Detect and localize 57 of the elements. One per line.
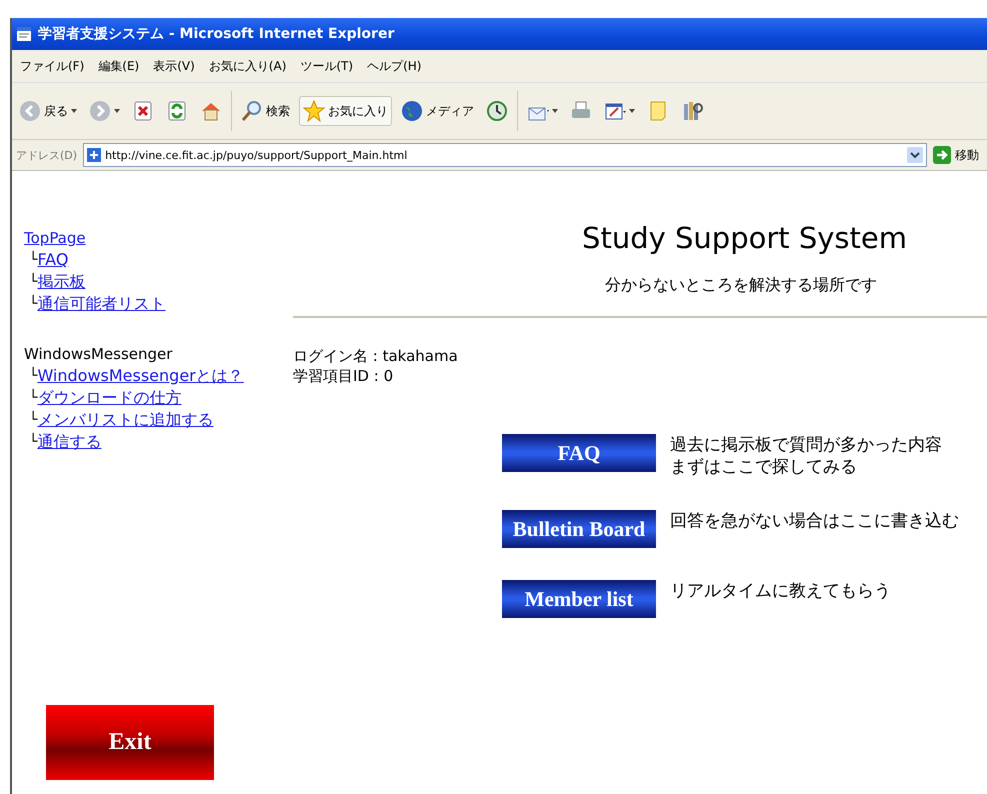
description-text: まずはここで探してみる bbox=[670, 456, 857, 478]
tree-branch-mark: └ bbox=[29, 272, 38, 292]
address-label: アドレス(D) bbox=[16, 148, 78, 162]
nav-link[interactable]: 掲示板 bbox=[37, 271, 86, 293]
dropdown-arrow-icon bbox=[71, 109, 77, 113]
nav-link[interactable]: メンバリストに追加する bbox=[37, 409, 214, 431]
dropdown-arrow-icon bbox=[552, 109, 558, 113]
section-title: WindowsMessenger bbox=[24, 344, 172, 365]
tree-branch-mark: └ bbox=[29, 432, 38, 452]
nav-link[interactable]: ダウンロードの仕方 bbox=[37, 387, 182, 409]
menu-item[interactable]: ヘルプ(H) bbox=[367, 58, 422, 74]
dropdown-arrow-icon bbox=[114, 109, 120, 113]
dropdown-icon[interactable] bbox=[907, 147, 923, 163]
description-text: リアルタイムに教えてもらう bbox=[670, 580, 891, 602]
description-text: 回答を急がない場合はここに書き込む bbox=[670, 510, 959, 532]
search-button[interactable]: 検索 bbox=[238, 97, 293, 125]
info-text: 学習項目ID : 0 bbox=[293, 366, 394, 386]
refresh-icon bbox=[166, 100, 188, 122]
menu-item[interactable]: 編集(E) bbox=[98, 58, 140, 74]
forward-icon bbox=[89, 100, 111, 122]
menu-item[interactable]: お気に入り(A) bbox=[208, 58, 286, 74]
nav-link[interactable]: 通信可能者リスト bbox=[37, 293, 166, 315]
menu-item[interactable]: ファイル(F) bbox=[20, 58, 84, 74]
tree-branch-mark: └ bbox=[29, 388, 38, 408]
page-title: Study Support System bbox=[582, 221, 907, 255]
tree-branch-mark: └ bbox=[29, 294, 38, 314]
back-button[interactable]: 戻る bbox=[16, 97, 80, 125]
menu-item[interactable]: ツール(T) bbox=[300, 58, 354, 74]
nav-link[interactable]: FAQ bbox=[37, 249, 68, 271]
clock-icon bbox=[486, 100, 508, 122]
address-field[interactable]: http://vine.ce.fit.ac.jp/puyo/support/Support_Main.html bbox=[83, 143, 927, 167]
home-icon bbox=[200, 100, 222, 122]
go-button[interactable]: 移動 bbox=[933, 146, 987, 164]
stop-icon bbox=[132, 100, 154, 122]
page-subtitle: 分からないところを解決する場所です bbox=[605, 275, 877, 296]
info-text: ログイン名 : takahama bbox=[293, 346, 459, 366]
magnifier-icon bbox=[241, 100, 263, 122]
tree-branch-mark: └ bbox=[29, 366, 38, 386]
favorites-button[interactable]: お気に入り bbox=[299, 96, 392, 126]
nav-link[interactable]: TopPage bbox=[24, 227, 86, 249]
menu-item[interactable]: 表示(V) bbox=[153, 58, 195, 74]
star-icon bbox=[303, 100, 325, 122]
dropdown-arrow-icon bbox=[629, 109, 635, 113]
media-button[interactable]: メディア bbox=[398, 97, 477, 125]
back-icon bbox=[19, 100, 41, 122]
tree-branch-mark: └ bbox=[29, 410, 38, 430]
tree-branch-mark: └ bbox=[29, 250, 38, 270]
nav-link[interactable]: 通信する bbox=[37, 431, 102, 453]
exit-button[interactable]: Exit bbox=[46, 705, 214, 780]
nav-button[interactable]: Member list bbox=[502, 580, 656, 618]
nav-button[interactable]: FAQ bbox=[502, 434, 656, 472]
nav-button[interactable]: Bulletin Board bbox=[502, 510, 656, 548]
globe-icon bbox=[401, 100, 423, 122]
books-icon bbox=[681, 100, 703, 122]
nav-link[interactable]: WindowsMessengerとは？ bbox=[37, 365, 244, 387]
window-title: 学習者支援システム - Microsoft Internet Explorer bbox=[38, 25, 394, 43]
description-text: 過去に掲示板で質問が多かった内容 bbox=[670, 434, 942, 456]
